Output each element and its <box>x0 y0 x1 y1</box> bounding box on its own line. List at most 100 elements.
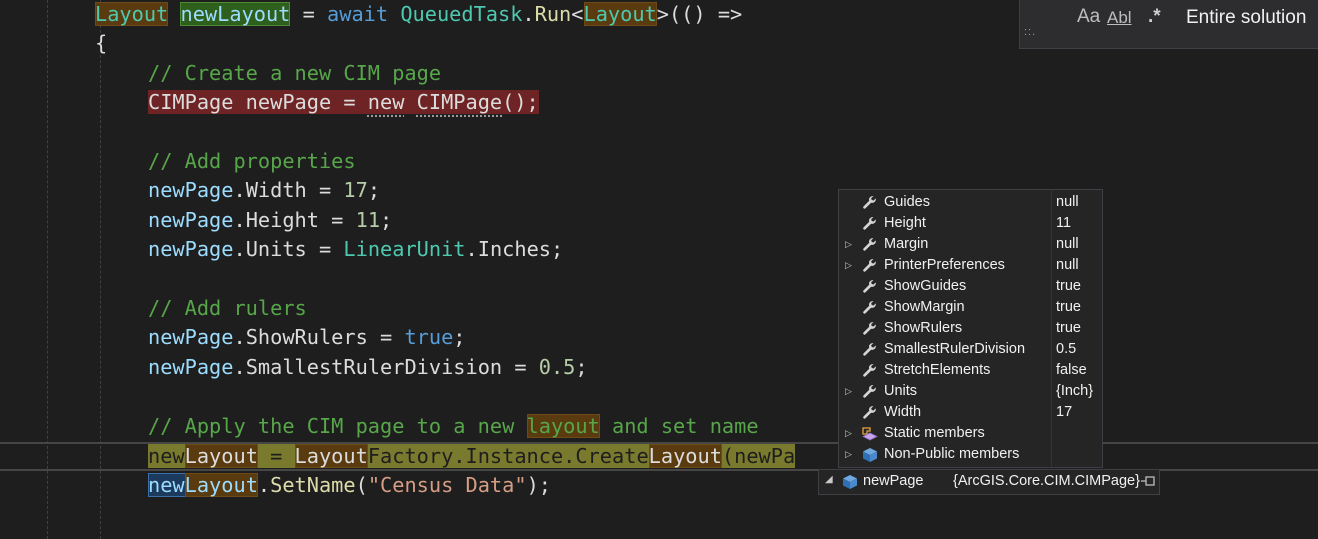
code-token: Layout <box>294 444 368 468</box>
code-comment: // Create a new CIM page <box>148 61 442 85</box>
code-token: = <box>257 444 295 468</box>
code-token: Layout <box>184 473 258 497</box>
non-public-members-icon <box>863 448 877 462</box>
wrench-icon <box>863 385 876 398</box>
code-token: 0.5 <box>538 355 576 379</box>
code-token: ; <box>453 325 466 349</box>
code-token: (); <box>502 90 539 114</box>
datatip-row[interactable]: ShowRulers true <box>839 318 1102 339</box>
code-line-6[interactable]: newPage.Width = 17; <box>148 176 380 204</box>
property-value: 11 <box>1056 215 1072 231</box>
wrench-icon <box>863 406 876 419</box>
match-whole-word-icon[interactable]: Abl <box>1107 8 1132 28</box>
datatip-row[interactable]: Guides null <box>839 192 1102 213</box>
wrench-icon <box>863 343 876 356</box>
property-name: Non-Public members <box>884 446 1020 462</box>
code-line-13[interactable]: newLayout = LayoutFactory.Instance.Creat… <box>148 442 796 470</box>
code-line-7[interactable]: newPage.Height = 11; <box>148 206 392 234</box>
code-line-2[interactable]: { <box>95 29 107 57</box>
code-line-3[interactable]: // Create a new CIM page <box>148 59 441 87</box>
code-comment: layout <box>526 414 600 438</box>
property-value: 0.5 <box>1056 341 1077 357</box>
code-token: new <box>148 444 185 468</box>
code-line-1[interactable]: Layout newLayout = await QueuedTask.Run<… <box>95 0 742 28</box>
datatip-row[interactable]: Width 17 <box>839 402 1102 423</box>
code-line-8[interactable]: newPage.Units = LinearUnit.Inches; <box>148 235 563 263</box>
collapse-arrow-icon[interactable]: ◢ <box>825 474 833 485</box>
code-token: ; <box>367 178 381 202</box>
datatip-root-row[interactable]: ◢ newPage {ArcGIS.Core.CIM.CIMPage} <box>818 469 1160 495</box>
pin-icon[interactable] <box>1141 474 1155 488</box>
expand-arrow-icon[interactable]: ▷ <box>845 423 852 444</box>
resize-grip-icon[interactable]: ::. <box>1024 26 1036 38</box>
code-line-10[interactable]: newPage.ShowRulers = true; <box>148 323 466 351</box>
static-members-icon <box>862 427 878 441</box>
code-token: . <box>233 325 246 349</box>
variable-value: {ArcGIS.Core.CIM.CIMPage} <box>953 473 1140 489</box>
code-token: < <box>571 2 584 26</box>
property-name: Width <box>884 404 922 420</box>
code-editor[interactable]: Layout newLayout = await QueuedTask.Run<… <box>0 0 1318 539</box>
code-token: . <box>522 2 535 26</box>
code-token: newPage <box>148 208 234 232</box>
code-token: newPage <box>148 178 234 202</box>
code-token: { <box>95 31 108 55</box>
code-token: . <box>233 355 246 379</box>
code-token: ShowRulers <box>245 325 368 349</box>
code-token: . <box>465 237 478 261</box>
find-widget[interactable]: Aa Abl .* Entire solution ::. <box>1019 0 1318 49</box>
datatip-panel[interactable]: Guides null Height 11 ▷ Margin null ▷ PrinterPre… <box>838 189 1103 468</box>
expand-arrow-icon[interactable]: ▷ <box>845 381 852 402</box>
code-token: . <box>257 473 271 497</box>
wrench-icon <box>863 238 876 251</box>
wrench-icon <box>863 259 876 272</box>
property-name: ShowMargin <box>884 299 965 315</box>
code-line-12[interactable]: // Apply the CIM page to a new layout an… <box>148 412 759 440</box>
wrench-icon <box>863 280 876 293</box>
code-token: 17 <box>343 178 368 202</box>
datatip-row[interactable]: Height 11 <box>839 213 1102 234</box>
datatip-row[interactable]: ShowMargin true <box>839 297 1102 318</box>
expand-arrow-icon[interactable]: ▷ <box>845 444 852 465</box>
code-token: Layout <box>583 2 657 26</box>
code-line-14[interactable]: newLayout.SetName("Census Data"); <box>148 471 551 499</box>
code-token: ( <box>355 473 368 497</box>
datatip-row[interactable]: ▷ Units {Inch} <box>839 381 1102 402</box>
code-token: LinearUnit <box>343 237 466 261</box>
datatip-row[interactable]: ShowGuides true <box>839 276 1102 297</box>
code-comment: and set name <box>599 414 759 438</box>
code-line-9[interactable]: // Add rulers <box>148 294 307 322</box>
expand-arrow-icon[interactable]: ▷ <box>845 255 852 276</box>
property-name: Height <box>884 215 926 231</box>
datatip-row[interactable]: SmallestRulerDivision 0.5 <box>839 339 1102 360</box>
datatip-row[interactable]: ▷ Margin null <box>839 234 1102 255</box>
code-token: new <box>367 90 405 114</box>
datatip-row[interactable]: ▷ PrinterPreferences null <box>839 255 1102 276</box>
code-token: Inches <box>477 237 551 261</box>
regex-icon[interactable]: .* <box>1148 6 1161 28</box>
code-line-4[interactable]: CIMPage newPage = new CIMPage(); <box>148 88 539 116</box>
property-name: Guides <box>884 194 930 210</box>
property-name: StretchElements <box>884 362 991 378</box>
datatip-row[interactable]: StretchElements false <box>839 360 1102 381</box>
object-icon <box>843 475 857 489</box>
code-token: Width <box>245 178 307 202</box>
property-name: SmallestRulerDivision <box>884 341 1026 357</box>
code-token: SmallestRulerDivision <box>245 355 503 379</box>
wrench-icon <box>863 364 876 377</box>
code-token: SetName <box>270 473 356 497</box>
datatip-row[interactable]: ▷ Non-Public members <box>839 444 1102 465</box>
code-token: true <box>404 325 454 349</box>
property-value: {Inch} <box>1056 383 1094 399</box>
wrench-icon <box>863 322 876 335</box>
search-scope-dropdown[interactable]: Entire solution <box>1186 7 1306 29</box>
expand-arrow-icon[interactable]: ▷ <box>845 234 852 255</box>
code-line-5[interactable]: // Add properties <box>148 147 356 175</box>
code-line-11[interactable]: newPage.SmallestRulerDivision = 0.5; <box>148 353 588 381</box>
code-comment: // Add rulers <box>148 296 307 320</box>
wrench-icon <box>863 301 876 314</box>
property-value: true <box>1056 278 1081 294</box>
datatip-row[interactable]: ▷ Static members <box>839 423 1102 444</box>
match-case-icon[interactable]: Aa <box>1077 6 1100 28</box>
